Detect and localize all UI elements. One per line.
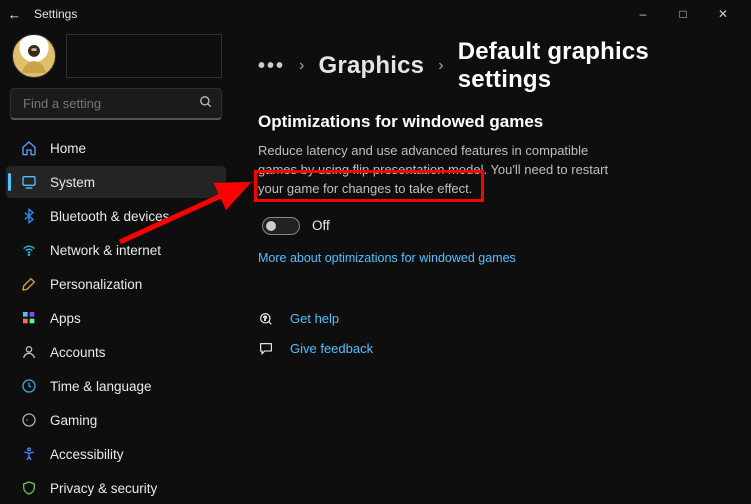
wifi-icon [20,241,38,259]
feedback-link[interactable]: Give feedback [258,341,727,357]
learn-more-link[interactable]: More about optimizations for windowed ga… [258,251,516,265]
sidebar-item-label: Gaming [50,413,97,428]
feedback-icon [258,341,276,357]
sidebar-item-apps[interactable]: Apps [6,302,226,334]
sidebar-item-label: Time & language [50,379,152,394]
breadcrumb-graphics[interactable]: Graphics [319,52,425,80]
profile-name-box[interactable] [66,34,222,78]
sidebar-item-label: Accessibility [50,447,124,462]
search-icon [199,95,213,112]
svg-text:?: ? [263,316,267,322]
sidebar-nav: Home System Bluetooth & devices Network … [6,132,226,504]
sidebar-item-network[interactable]: Network & internet [6,234,226,266]
sidebar-item-label: Bluetooth & devices [50,209,169,224]
sidebar-item-accessibility[interactable]: Accessibility [6,438,226,470]
sidebar-item-label: Network & internet [50,243,161,258]
globe-clock-icon [20,377,38,395]
get-help-label: Get help [290,311,339,326]
sidebar-item-label: Home [50,141,86,156]
feedback-label: Give feedback [290,341,373,356]
close-button[interactable]: ✕ [703,7,743,21]
section-description: Reduce latency and use advanced features… [258,142,618,199]
section-title: Optimizations for windowed games [258,112,727,132]
chevron-right-icon: › [438,57,444,75]
apps-icon [20,309,38,327]
sidebar-item-label: System [50,175,95,190]
accessibility-icon [20,445,38,463]
sidebar-item-accounts[interactable]: Accounts [6,336,226,368]
sidebar-item-privacy[interactable]: Privacy & security [6,472,226,504]
sidebar-item-home[interactable]: Home [6,132,226,164]
toggle-state-label: Off [312,218,330,233]
sidebar-item-label: Personalization [50,277,142,292]
search-input-wrap[interactable] [10,88,222,120]
home-icon [20,139,38,157]
windowed-optimizations-toggle[interactable] [262,217,300,235]
brush-icon [20,275,38,293]
sidebar-item-system[interactable]: System [6,166,226,198]
help-icon: ? [258,311,276,327]
shield-icon [20,479,38,497]
search-input[interactable] [23,96,199,111]
chevron-right-icon: › [299,57,305,75]
sidebar-item-label: Apps [50,311,81,326]
avatar[interactable] [12,34,56,78]
maximize-button[interactable]: □ [663,7,703,21]
window-title: Settings [34,7,77,21]
minimize-button[interactable]: – [623,7,663,21]
sidebar-item-personalization[interactable]: Personalization [6,268,226,300]
system-icon [20,173,38,191]
back-button[interactable]: ← [8,7,28,22]
sidebar-item-label: Privacy & security [50,481,157,496]
bluetooth-icon [20,207,38,225]
sidebar-item-time[interactable]: Time & language [6,370,226,402]
breadcrumb: ••• › Graphics › Default graphics settin… [258,38,727,94]
sidebar-item-label: Accounts [50,345,106,360]
page-title: Default graphics settings [458,38,727,94]
gaming-icon [20,411,38,429]
person-icon [20,343,38,361]
sidebar-item-bluetooth[interactable]: Bluetooth & devices [6,200,226,232]
sidebar-item-gaming[interactable]: Gaming [6,404,226,436]
get-help-link[interactable]: ? Get help [258,311,727,327]
breadcrumb-ellipsis[interactable]: ••• [258,55,285,78]
